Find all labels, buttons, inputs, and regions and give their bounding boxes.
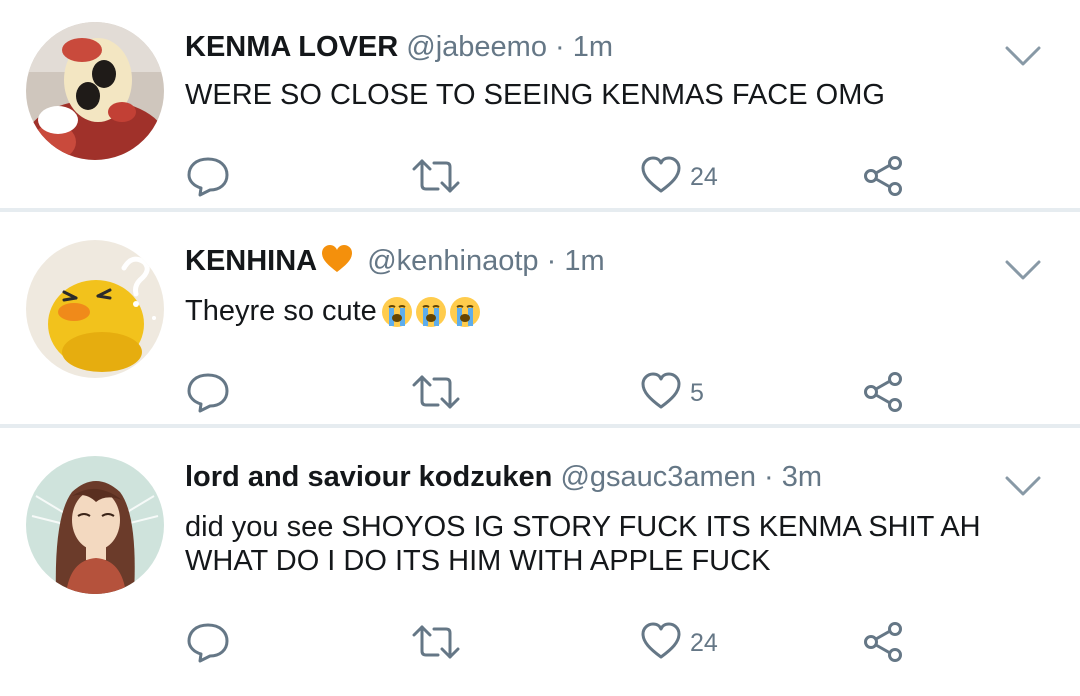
like-count: 24 bbox=[690, 163, 718, 191]
user-handle[interactable]: @gsauc3amen bbox=[560, 461, 756, 493]
display-name[interactable]: lord and saviour kodzuken bbox=[185, 461, 552, 493]
separator-dot: · bbox=[546, 245, 557, 277]
loudly-crying-face-icon bbox=[381, 297, 412, 327]
tweet[interactable]: KENHINA @kenhinaotp · 1m Theyre so cute bbox=[0, 212, 1080, 428]
like-count: 24 bbox=[690, 629, 718, 657]
separator-dot: · bbox=[555, 31, 565, 63]
display-name[interactable]: KENHINA bbox=[185, 245, 317, 277]
display-name[interactable]: KENMA LOVER bbox=[185, 31, 398, 63]
loudly-crying-face-icon bbox=[415, 297, 446, 327]
user-handle[interactable]: @kenhinaotp bbox=[367, 245, 538, 277]
share-button[interactable] bbox=[862, 371, 906, 418]
reply-icon bbox=[186, 371, 230, 418]
tweet-header: KENHINA @kenhinaotp · 1m bbox=[185, 244, 605, 282]
tweet-text: did you see SHOYOS IG STORY FUCK ITS KEN… bbox=[185, 511, 981, 577]
retweet-icon bbox=[412, 155, 460, 202]
heart-icon bbox=[640, 621, 682, 666]
retweet-icon bbox=[412, 621, 460, 668]
retweet-button[interactable] bbox=[412, 621, 460, 668]
tweet-text: WERE SO CLOSE TO SEEING KENMAS FACE OMG bbox=[185, 79, 885, 111]
emoji-group bbox=[381, 296, 483, 336]
reply-icon bbox=[186, 621, 230, 668]
heart-icon bbox=[640, 371, 682, 416]
retweet-icon bbox=[412, 371, 460, 418]
user-handle[interactable]: @jabeemo bbox=[406, 31, 547, 63]
tweet-actions: 24 bbox=[0, 155, 1080, 199]
tweet-actions: 5 bbox=[0, 371, 1080, 415]
orange-heart-icon bbox=[321, 244, 353, 282]
avatar[interactable] bbox=[26, 22, 164, 160]
retweet-button[interactable] bbox=[412, 371, 460, 418]
reply-icon bbox=[186, 155, 230, 202]
avatar[interactable] bbox=[26, 456, 164, 594]
tweet-text-content: Theyre so cute bbox=[185, 295, 377, 327]
reply-button[interactable] bbox=[186, 371, 230, 418]
timestamp[interactable]: 1m bbox=[564, 245, 604, 277]
tweet-header: lord and saviour kodzuken @gsauc3amen · … bbox=[185, 460, 822, 494]
like-button[interactable]: 24 bbox=[640, 621, 718, 666]
like-button[interactable]: 5 bbox=[640, 371, 704, 416]
share-button[interactable] bbox=[862, 155, 906, 202]
share-icon bbox=[862, 621, 906, 668]
avatar[interactable] bbox=[26, 240, 164, 378]
loudly-crying-face-icon bbox=[449, 297, 480, 327]
timestamp[interactable]: 3m bbox=[782, 461, 822, 493]
chevron-down-icon[interactable] bbox=[1003, 44, 1043, 73]
tweet-text: Theyre so cute bbox=[185, 294, 1045, 336]
timeline-feed: KENMA LOVER @jabeemo · 1m WERE SO CLOSE … bbox=[0, 0, 1080, 696]
tweet-header: KENMA LOVER @jabeemo · 1m bbox=[185, 30, 613, 64]
chevron-down-icon[interactable] bbox=[1003, 474, 1043, 503]
reply-button[interactable] bbox=[186, 621, 230, 668]
share-icon bbox=[862, 155, 906, 202]
chevron-down-icon[interactable] bbox=[1003, 258, 1043, 287]
retweet-button[interactable] bbox=[412, 155, 460, 202]
like-button[interactable]: 24 bbox=[640, 155, 718, 200]
tweet[interactable]: lord and saviour kodzuken @gsauc3amen · … bbox=[0, 428, 1080, 696]
timestamp[interactable]: 1m bbox=[573, 31, 613, 63]
separator-dot: · bbox=[764, 461, 774, 493]
like-count: 5 bbox=[690, 379, 704, 407]
heart-icon bbox=[640, 155, 682, 200]
reply-button[interactable] bbox=[186, 155, 230, 202]
share-icon bbox=[862, 371, 906, 418]
tweet[interactable]: KENMA LOVER @jabeemo · 1m WERE SO CLOSE … bbox=[0, 0, 1080, 212]
tweet-actions: 24 bbox=[0, 621, 1080, 665]
share-button[interactable] bbox=[862, 621, 906, 668]
